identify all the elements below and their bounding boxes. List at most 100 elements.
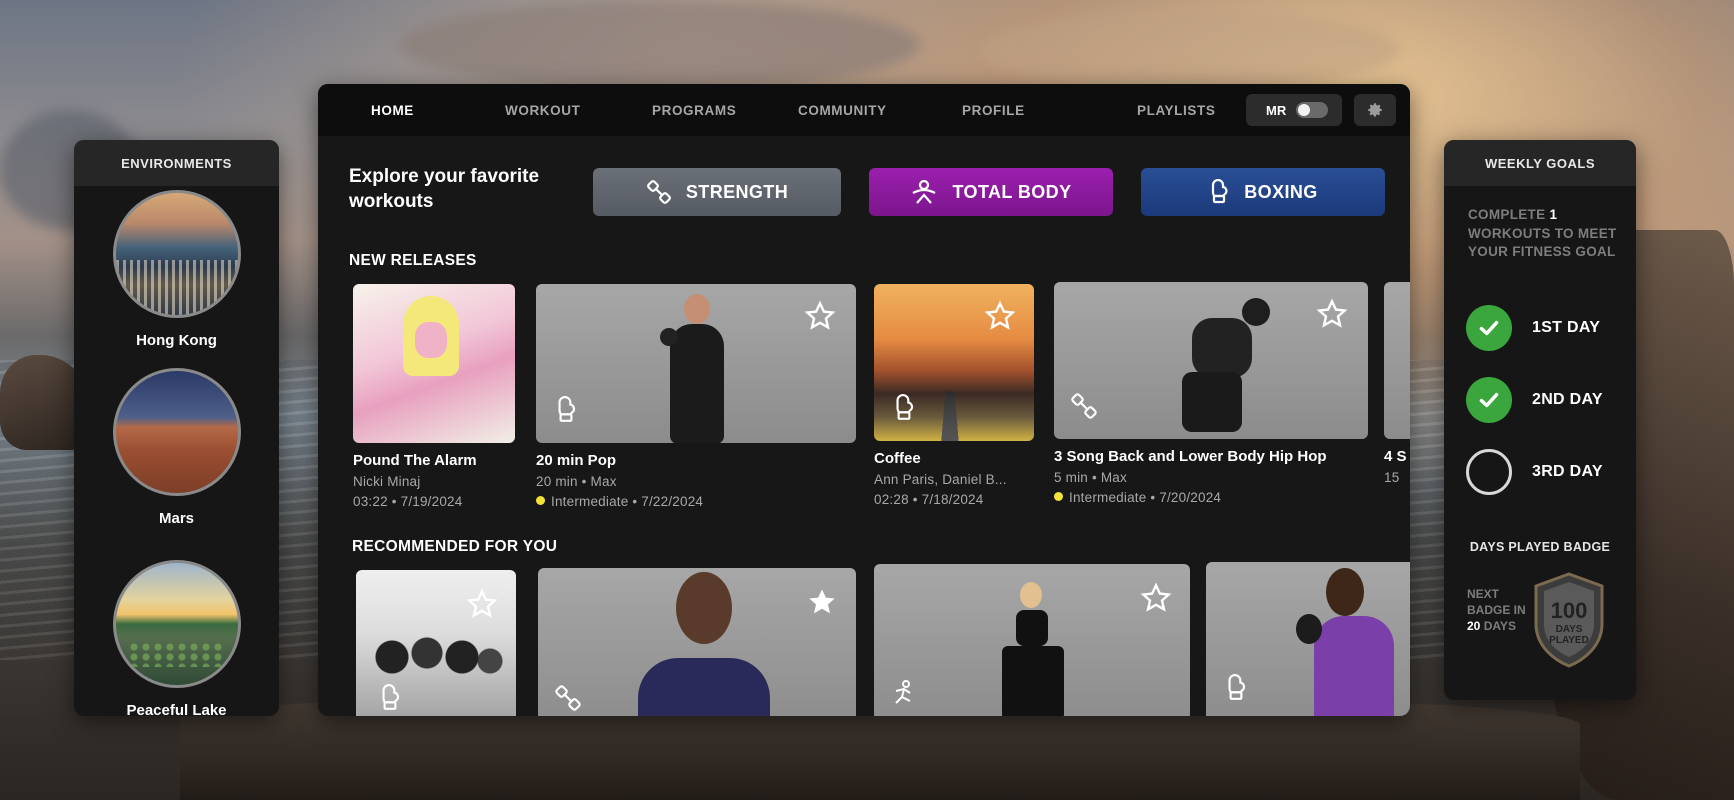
nav-profile[interactable]: PROFILE <box>962 84 1025 136</box>
star-filled-icon[interactable] <box>806 586 838 618</box>
star-icon[interactable] <box>1316 298 1348 330</box>
release-card-20-min-pop[interactable]: 20 min Pop 20 min • Max Intermediate • 7… <box>536 284 856 509</box>
badge-line2: PLAYED <box>1549 635 1589 646</box>
release-card-3-song-back[interactable]: 3 Song Back and Lower Body Hip Hop 5 min… <box>1054 282 1368 505</box>
weekly-goals-panel: WEEKLY GOALS COMPLETE 1 WORKOUTS TO MEET… <box>1444 140 1636 700</box>
goals-description: COMPLETE 1 WORKOUTS TO MEET YOUR FITNESS… <box>1468 206 1618 262</box>
nav-community[interactable]: COMMUNITY <box>798 84 887 136</box>
mr-toggle[interactable]: MR <box>1246 94 1342 126</box>
trainer-figure <box>660 294 734 443</box>
workout-thumbnail <box>538 568 856 716</box>
boxing-glove-icon <box>896 394 914 420</box>
card-title: Coffee <box>874 450 921 467</box>
trainer-figure <box>994 570 1074 716</box>
boxing-glove-icon <box>382 684 400 710</box>
total-body-button[interactable]: TOTAL BODY <box>869 168 1113 216</box>
dumbbell-icon <box>555 685 581 711</box>
switch-knob <box>1298 104 1311 116</box>
recommended-card-1[interactable] <box>356 570 516 716</box>
star-icon[interactable] <box>1140 582 1172 614</box>
trainer-figure <box>1162 292 1272 439</box>
recommended-card-2[interactable] <box>538 568 856 716</box>
next-badge-post: DAYS <box>1483 619 1516 633</box>
goals-count: 1 <box>1549 207 1558 222</box>
next-badge-pre: NEXT BADGE IN <box>1467 587 1526 617</box>
release-card-pound-the-alarm[interactable]: Pound The Alarm Nicki Minaj 03:22 • 7/19… <box>353 284 515 509</box>
nav-home[interactable]: HOME <box>371 84 414 136</box>
dumbbell-icon <box>1071 393 1097 419</box>
release-card-coffee[interactable]: Coffee Ann Paris, Daniel B... 02:28 • 7/… <box>874 284 1034 507</box>
environment-hong-kong[interactable]: Hong Kong <box>74 190 279 349</box>
day-label: 2ND DAY <box>1532 391 1603 408</box>
day-label: 3RD DAY <box>1532 463 1603 480</box>
intermediate-dot <box>1054 492 1063 501</box>
star-icon[interactable] <box>984 300 1016 332</box>
environments-panel: ENVIRONMENTS Hong Kong Mars Peaceful Lak… <box>74 140 279 716</box>
card-title: 3 Song Back and Lower Body Hip Hop <box>1054 448 1327 465</box>
next-badge-text: NEXT BADGE IN 20 DAYS <box>1467 586 1527 634</box>
card-title: Pound The Alarm <box>353 452 477 469</box>
workout-thumbnail <box>1384 282 1410 439</box>
release-card-partial[interactable]: 4 S 15 In <box>1384 282 1410 482</box>
card-duration-trainer: 15 <box>1384 470 1400 482</box>
recommended-card-3[interactable] <box>874 564 1190 716</box>
album-cover <box>874 284 1034 441</box>
album-cover <box>356 570 516 716</box>
goals-text-pre: COMPLETE <box>1468 207 1546 222</box>
boxing-button[interactable]: BOXING <box>1141 168 1385 216</box>
environment-peaceful-lake[interactable]: Peaceful Lake <box>74 560 279 716</box>
total-body-icon <box>895 680 911 704</box>
goals-text-post: WORKOUTS TO MEET YOUR FITNESS GOAL <box>1468 225 1617 260</box>
gear-icon <box>1368 103 1382 117</box>
empty-circle-icon <box>1466 449 1512 495</box>
total-body-icon <box>912 179 937 204</box>
environment-thumbnail <box>112 560 241 688</box>
level-date-text: Intermediate • 7/22/2024 <box>551 494 704 509</box>
strength-label: STRENGTH <box>685 181 789 202</box>
environment-thumbnail <box>112 190 241 318</box>
star-icon[interactable] <box>804 300 836 332</box>
star-icon[interactable] <box>466 588 498 620</box>
workout-thumbnail <box>874 564 1190 716</box>
card-title: 4 S <box>1384 448 1407 465</box>
trainer-figure <box>1296 568 1406 716</box>
background-cloud <box>400 0 920 90</box>
goal-day-2: 2ND DAY <box>1466 376 1626 424</box>
main-panel: HOME WORKOUT PROGRAMS COMMUNITY PROFILE … <box>318 84 1410 716</box>
environment-mars[interactable]: Mars <box>74 368 279 527</box>
card-level-date: Intermediate • 7/20/2024 <box>1054 490 1221 505</box>
card-level-date: Intermediate • 7/22/2024 <box>536 494 703 509</box>
mr-switch[interactable] <box>1296 102 1329 118</box>
workout-thumbnail <box>1054 282 1368 439</box>
goal-day-1: 1ST DAY <box>1466 304 1626 352</box>
card-duration-date: 03:22 • 7/19/2024 <box>353 494 463 509</box>
next-badge-days: 20 <box>1467 619 1481 633</box>
workout-thumbnail <box>536 284 856 443</box>
workout-thumbnail <box>1206 562 1410 716</box>
badge-number: 100 <box>1551 598 1588 623</box>
intermediate-dot <box>536 496 545 505</box>
nav-workout[interactable]: WORKOUT <box>505 84 580 136</box>
top-nav: HOME WORKOUT PROGRAMS COMMUNITY PROFILE … <box>318 84 1410 136</box>
checkmark-icon <box>1466 377 1512 423</box>
recommended-card-4[interactable] <box>1206 562 1410 716</box>
mr-label: MR <box>1266 102 1287 118</box>
nav-programs[interactable]: PROGRAMS <box>652 84 736 136</box>
boxing-glove-icon <box>1212 179 1228 204</box>
card-title: 20 min Pop <box>536 452 617 469</box>
strength-button[interactable]: STRENGTH <box>593 168 841 216</box>
environment-label: Mars <box>158 510 195 527</box>
day-label: 1ST DAY <box>1532 319 1601 336</box>
card-duration-trainer: 5 min • Max <box>1054 470 1127 485</box>
nav-playlists[interactable]: PLAYLISTS <box>1137 84 1215 136</box>
weekly-goals-header: WEEKLY GOALS <box>1444 140 1636 186</box>
badge-line1: DAYS <box>1556 624 1583 635</box>
days-played-badge-title: DAYS PLAYED BADGE <box>1469 540 1611 554</box>
boxing-glove-icon <box>558 396 576 422</box>
new-releases-title: NEW RELEASES <box>349 252 477 269</box>
card-artist: Ann Paris, Daniel B... <box>874 472 1007 487</box>
trainer-figure <box>638 572 770 716</box>
recommended-title: RECOMMENDED FOR YOU <box>352 538 558 555</box>
badge-shield-icon: 100 DAYS PLAYED <box>1534 572 1604 668</box>
settings-button[interactable] <box>1354 94 1396 126</box>
